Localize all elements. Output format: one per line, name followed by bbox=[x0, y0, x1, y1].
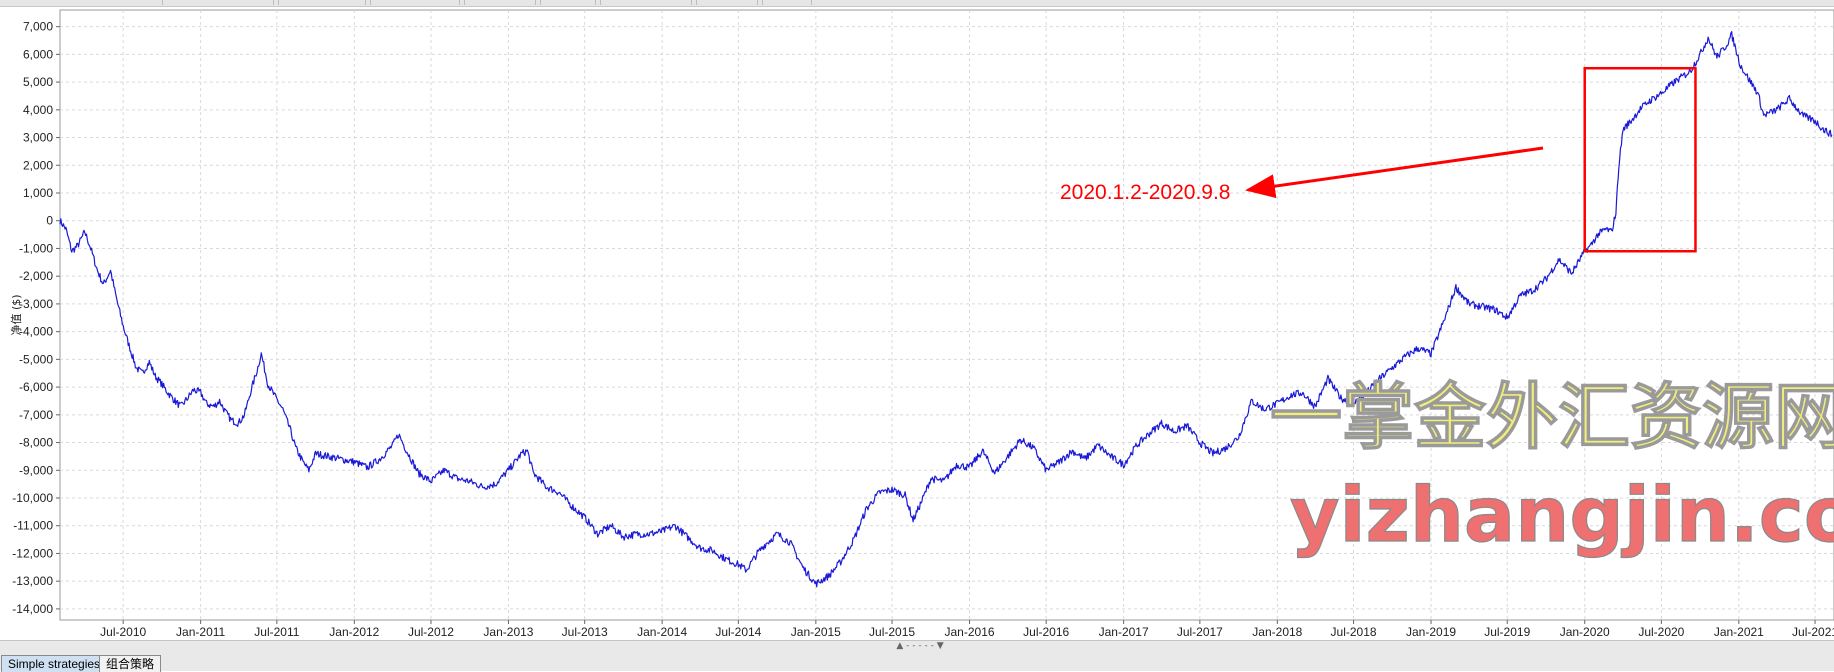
y-tick-label: -6,000 bbox=[19, 380, 53, 394]
y-tick-label: -4,000 bbox=[19, 325, 53, 339]
y-tick-label: 2,000 bbox=[23, 158, 53, 172]
y-tick-label: -11,000 bbox=[13, 519, 53, 533]
x-tick-label: Jan-2018 bbox=[1252, 625, 1302, 639]
y-tick-label: -1,000 bbox=[19, 241, 53, 255]
y-axis-label: 净值 ($) bbox=[9, 294, 23, 335]
x-tick-label: Jul-2010 bbox=[100, 625, 146, 639]
y-tick-label: -12,000 bbox=[12, 546, 53, 560]
equity-chart: 7,000 6,000 5,000 4,000 3,000 2,000 1,000 0 -1,0… bbox=[9, 9, 1834, 639]
x-tick-label: Jul-2019 bbox=[1484, 625, 1530, 639]
x-tick-label: Jul-2014 bbox=[715, 625, 761, 639]
x-tick-label: Jan-2020 bbox=[1560, 625, 1610, 639]
x-tick-label: Jan-2016 bbox=[945, 625, 995, 639]
y-tick-label: -5,000 bbox=[19, 352, 53, 366]
x-tick-label: Jul-2012 bbox=[408, 625, 454, 639]
x-tick-label: Jul-2016 bbox=[1023, 625, 1069, 639]
y-tick-label: -9,000 bbox=[19, 463, 53, 477]
y-tick-label: -13,000 bbox=[12, 574, 53, 588]
x-tick-label: Jul-2021 bbox=[1792, 625, 1834, 639]
x-tick-label: Jan-2011 bbox=[176, 625, 225, 639]
y-tick-label: 6,000 bbox=[23, 47, 53, 61]
bottom-bar: ▲ - - - - - ▼ Simple strategies 组合策略 bbox=[0, 640, 1834, 672]
x-tick-label: Jul-2020 bbox=[1638, 625, 1684, 639]
y-tick-label: 5,000 bbox=[23, 75, 53, 89]
x-axis-ticks: Jul-2010 Jan-2011 Jul-2011 Jan-2012 Jul-2012… bbox=[100, 620, 1834, 639]
x-tick-label: Jan-2021 bbox=[1714, 625, 1764, 639]
y-tick-label: 3,000 bbox=[23, 131, 53, 145]
y-tick-label: -10,000 bbox=[12, 491, 53, 505]
y-tick-label: 7,000 bbox=[23, 20, 53, 34]
x-tick-label: Jul-2018 bbox=[1331, 625, 1377, 639]
y-tick-label: 4,000 bbox=[23, 103, 53, 117]
x-tick-label: Jul-2011 bbox=[254, 625, 299, 639]
x-tick-label: Jan-2017 bbox=[1099, 625, 1149, 639]
tab-combined-strategies[interactable]: 组合策略 bbox=[99, 655, 162, 672]
y-tick-label: -2,000 bbox=[19, 269, 53, 283]
y-tick-label: 0 bbox=[46, 214, 53, 228]
x-tick-label: Jan-2015 bbox=[791, 625, 841, 639]
y-tick-label: -3,000 bbox=[19, 297, 53, 311]
y-tick-label: -14,000 bbox=[12, 602, 53, 616]
x-tick-label: Jan-2012 bbox=[329, 625, 379, 639]
splitter-handle[interactable]: ▲ - - - - - ▼ bbox=[880, 641, 960, 651]
watermark-cn: 一掌金外汇资源网 bbox=[1270, 375, 1834, 459]
tab-simple-strategies[interactable]: Simple strategies bbox=[1, 655, 108, 672]
x-tick-label: Jan-2013 bbox=[483, 625, 533, 639]
y-tick-label: -8,000 bbox=[19, 436, 53, 450]
x-tick-label: Jul-2015 bbox=[869, 625, 915, 639]
x-tick-label: Jul-2013 bbox=[562, 625, 608, 639]
x-tick-label: Jan-2014 bbox=[637, 625, 687, 639]
annotation-text: 2020.1.2-2020.9.8 bbox=[1060, 181, 1230, 204]
x-tick-label: Jan-2019 bbox=[1406, 625, 1456, 639]
watermark-url: yizhangjin.com bbox=[1290, 470, 1834, 559]
y-tick-label: -7,000 bbox=[19, 408, 53, 422]
x-tick-label: Jul-2017 bbox=[1177, 625, 1223, 639]
y-tick-label: 1,000 bbox=[23, 186, 53, 200]
